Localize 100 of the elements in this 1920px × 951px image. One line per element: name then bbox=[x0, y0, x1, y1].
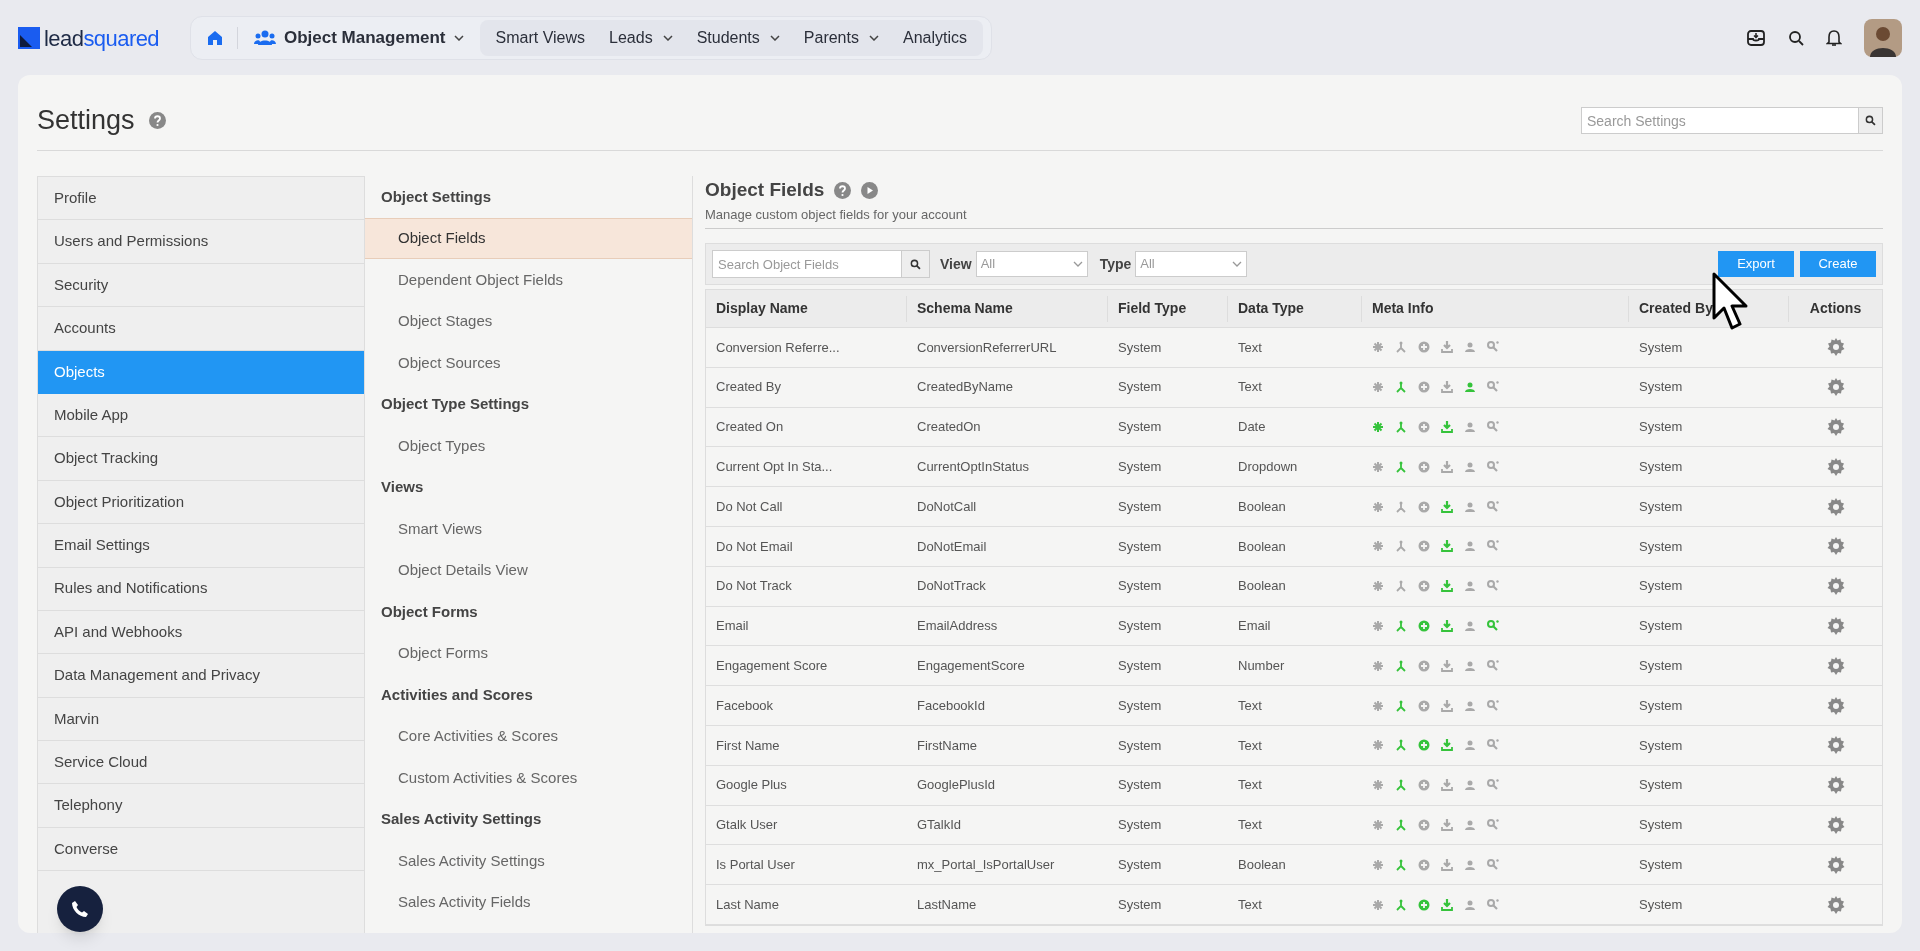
gear-icon[interactable] bbox=[1826, 497, 1845, 516]
section-subtitle: Manage custom object fields for your account bbox=[705, 204, 1883, 229]
submenu-heading: Object Type Settings bbox=[380, 394, 531, 414]
table-cell-text: Google Plus bbox=[715, 776, 788, 795]
sidebar-item[interactable]: Rules and Notifications bbox=[38, 567, 364, 611]
table-cell-text: FacebookId bbox=[916, 696, 986, 715]
nav-item[interactable]: Parents bbox=[791, 22, 891, 54]
table-cell-text: LastName bbox=[916, 895, 978, 914]
table-cell-text: System bbox=[1117, 617, 1163, 636]
submenu-item[interactable]: Sales Activity Fields bbox=[365, 881, 692, 923]
table-cell-text: Text bbox=[1237, 378, 1263, 397]
gear-icon[interactable] bbox=[1826, 577, 1845, 596]
submenu-item[interactable]: Object Stages bbox=[365, 300, 692, 342]
nav-item[interactable]: Smart Views bbox=[483, 22, 598, 54]
sidebar-item[interactable]: Email Settings bbox=[38, 524, 364, 568]
search-button[interactable] bbox=[902, 250, 930, 278]
column-header: Actions bbox=[1808, 299, 1863, 318]
play-icon[interactable] bbox=[861, 181, 879, 199]
gear-icon[interactable] bbox=[1826, 895, 1845, 914]
table-cell-text: System bbox=[1638, 856, 1684, 874]
table-cell-text: System bbox=[1638, 497, 1684, 516]
table-cell-text: Created On bbox=[715, 418, 785, 437]
search-icon[interactable] bbox=[1788, 30, 1804, 46]
nav-item[interactable]: Analytics bbox=[890, 22, 979, 54]
sidebar-item[interactable]: Telephony bbox=[38, 784, 364, 828]
sidebar-item[interactable]: Service Cloud bbox=[38, 741, 364, 785]
table-cell-text: Facebook bbox=[715, 696, 775, 715]
column-header: Field Type bbox=[1108, 295, 1228, 322]
table-cell-text: mx_Portal_IsPortalUser bbox=[916, 856, 1056, 874]
table-cell-text: DoNotCall bbox=[916, 497, 978, 516]
submenu-item[interactable]: Sales Activity Settings bbox=[365, 840, 692, 882]
table-cell-text: System bbox=[1638, 418, 1684, 437]
sidebar-item[interactable]: Users and Permissions bbox=[38, 220, 364, 264]
nav-item[interactable]: Leads bbox=[597, 22, 685, 54]
gear-icon[interactable] bbox=[1826, 776, 1845, 795]
submenu-item[interactable]: Object Details View bbox=[365, 549, 692, 591]
submenu-item[interactable]: Dependent Object Fields bbox=[365, 259, 692, 301]
sidebar-item[interactable]: Mobile App bbox=[38, 393, 364, 438]
table-cell-text: System bbox=[1638, 696, 1684, 715]
sidebar-item[interactable]: Accounts bbox=[38, 307, 364, 351]
gear-icon[interactable] bbox=[1826, 656, 1845, 675]
submenu-item[interactable]: Core Activities & Scores bbox=[365, 715, 692, 757]
search-icon bbox=[910, 258, 921, 270]
object-search-field[interactable]: Search Object Fields bbox=[712, 250, 902, 278]
gear-icon[interactable] bbox=[1826, 537, 1845, 556]
sidebar-item[interactable]: Data Management and Privacy bbox=[38, 654, 364, 698]
gear-icon[interactable] bbox=[1826, 696, 1845, 715]
gear-icon[interactable] bbox=[1826, 855, 1845, 874]
table-cell-text: System bbox=[1117, 577, 1163, 596]
submenu-item[interactable]: Object Forms bbox=[365, 632, 692, 674]
sidebar-item[interactable]: API and Webhooks bbox=[38, 610, 364, 655]
avatar[interactable] bbox=[1864, 19, 1902, 57]
nav-item[interactable]: Students bbox=[684, 22, 792, 54]
submenu-item[interactable]: Object Types bbox=[365, 425, 692, 467]
sidebar-item[interactable]: Object Tracking bbox=[38, 437, 364, 481]
table-cell-text: Created By bbox=[715, 378, 783, 397]
table-cell-text: Text bbox=[1237, 816, 1263, 835]
column-header: Display Name bbox=[706, 295, 907, 322]
table-cell-text: Do Not Email bbox=[715, 537, 794, 556]
home-icon bbox=[207, 30, 223, 46]
gear-icon[interactable] bbox=[1826, 338, 1845, 357]
gear-icon[interactable] bbox=[1826, 418, 1845, 436]
table-cell-text: System bbox=[1638, 895, 1684, 914]
table-cell-text: System bbox=[1117, 856, 1163, 874]
submenu-item[interactable]: Smart Views bbox=[365, 508, 692, 550]
sidebar-item[interactable]: Marvin bbox=[38, 697, 364, 742]
settings-search-field[interactable]: Search Settings bbox=[1581, 107, 1859, 134]
bell-icon[interactable] bbox=[1826, 29, 1842, 47]
sidebar-item[interactable]: Profile bbox=[38, 177, 364, 221]
gear-icon[interactable] bbox=[1826, 616, 1845, 635]
submenu-item[interactable]: Custom Activities & Scores bbox=[365, 757, 692, 799]
submenu-item[interactable]: Object Fields bbox=[365, 217, 692, 259]
module-dropdown[interactable]: Object Management bbox=[244, 22, 474, 54]
table-cell-text: Do Not Track bbox=[715, 577, 793, 596]
submenu-item[interactable]: Object Sources bbox=[365, 342, 692, 384]
table-cell-text: EmailAddress bbox=[916, 617, 999, 636]
help-icon[interactable] bbox=[148, 112, 166, 129]
gear-icon[interactable] bbox=[1826, 736, 1845, 755]
table-cell-text: CurrentOptInStatus bbox=[916, 458, 1030, 477]
submenu-heading: Views bbox=[380, 477, 425, 497]
table-cell-text: CreatedOn bbox=[916, 418, 982, 437]
table-cell-text: System bbox=[1638, 577, 1684, 596]
users-icon bbox=[254, 30, 276, 46]
sidebar-item[interactable]: Object Prioritization bbox=[38, 480, 364, 525]
table-cell-text: Number bbox=[1237, 657, 1286, 675]
help-icon[interactable] bbox=[834, 181, 852, 199]
page-title: Settings bbox=[37, 104, 135, 138]
submenu-heading: Object Forms bbox=[380, 601, 479, 622]
table-cell-text: System bbox=[1638, 736, 1684, 755]
search-button[interactable] bbox=[1859, 107, 1883, 134]
inbox-icon[interactable] bbox=[1746, 29, 1766, 47]
table-cell-text: System bbox=[1117, 497, 1163, 516]
table-cell-text: System bbox=[1638, 338, 1684, 357]
gear-icon[interactable] bbox=[1826, 815, 1845, 834]
sidebar-item[interactable]: Security bbox=[38, 263, 364, 308]
gear-icon[interactable] bbox=[1826, 378, 1845, 397]
search-icon bbox=[1865, 115, 1876, 126]
table-cell-text: System bbox=[1117, 657, 1163, 675]
sidebar-item[interactable]: Converse bbox=[38, 827, 364, 872]
gear-icon[interactable] bbox=[1826, 457, 1845, 476]
